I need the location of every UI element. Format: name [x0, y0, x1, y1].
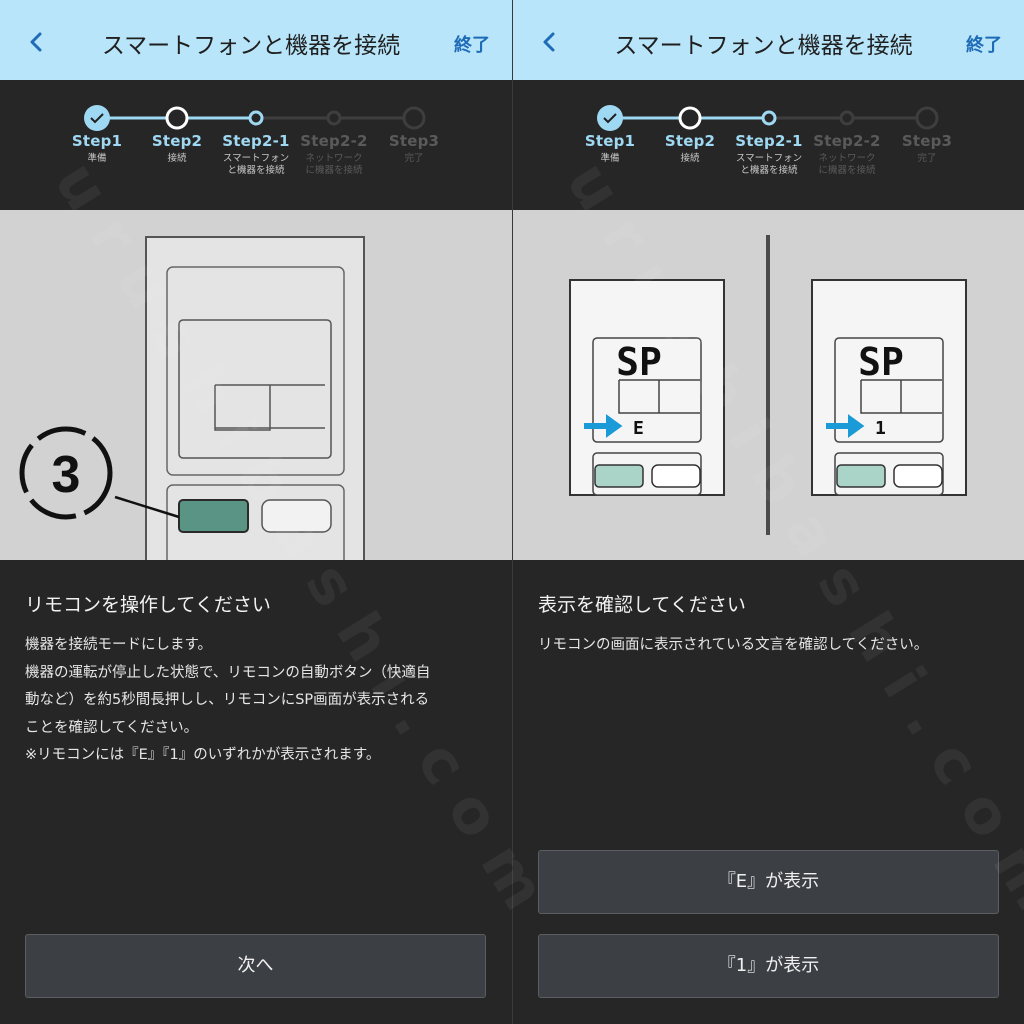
stepper-track [597, 105, 939, 131]
callout-number: 3 [52, 446, 81, 504]
page-title: スマートフォンと機器を接続 [101, 33, 401, 59]
chevron-left-icon [543, 32, 555, 52]
instruction-heading: 表示を確認してください [538, 594, 746, 616]
callout-badge: 3 [19, 426, 113, 520]
chevron-left-icon [30, 32, 42, 52]
step-2: Step2 接続 [664, 132, 716, 164]
step-2: Step2 接続 [151, 132, 203, 164]
screen-sp-text: SP [858, 340, 904, 384]
next-button[interactable]: 次へ [25, 934, 486, 998]
step-current-dot [678, 106, 702, 130]
step-current-dot [165, 106, 189, 130]
remote-illustration: 3 [0, 210, 512, 560]
left-screen: スマートフォンと機器を接続 終了 Step1 準備 Step2 接続 Step2… [0, 0, 512, 1024]
step-1: Step1 準備 [71, 132, 123, 164]
instruction-heading: リモコンを操作してください [25, 594, 271, 616]
auto-button [178, 499, 249, 533]
progress-stepper: Step1 準備 Step2 接続 Step2-1 スマートフォン と機器を接続… [0, 80, 512, 210]
app-header: スマートフォンと機器を接続 終了 [513, 0, 1024, 80]
remote-comparison-illustration: SP E SP 1 [513, 210, 1024, 560]
step-active-dot [248, 110, 264, 126]
option-e-button[interactable]: 『E』が表示 [538, 850, 999, 914]
screen-code-text: 1 [875, 418, 886, 439]
option-1-button[interactable]: 『1』が表示 [538, 934, 999, 998]
screen-sp-text: SP [616, 340, 662, 384]
exit-button[interactable]: 終了 [454, 0, 490, 90]
step-done-dot [597, 105, 623, 131]
page-title: スマートフォンと機器を接続 [614, 33, 913, 59]
step-2-1: Step2-1 スマートフォン と機器を接続 [735, 132, 803, 176]
back-button[interactable] [18, 24, 54, 60]
remote-a: SP E [569, 279, 725, 496]
app-header: スマートフォンと機器を接続 終了 [0, 0, 512, 80]
back-button[interactable] [531, 24, 567, 60]
step-active-dot [761, 110, 777, 126]
step-1: Step1 準備 [584, 132, 636, 164]
instruction-body: リモコンの画面に表示されている文言を確認してください。 [538, 637, 929, 653]
step-3: Step3 完了 [901, 132, 953, 164]
step-2-1: Step2-1 スマートフォン と機器を接続 [222, 132, 290, 176]
step-2-2: Step2-2 ネットワーク に機器を接続 [300, 132, 368, 176]
right-screen: スマートフォンと機器を接続 終了 Step1 準備 Step2 接続 Step2… [512, 0, 1024, 1024]
screen-code-text: E [633, 418, 644, 439]
remote-screen [178, 319, 332, 459]
step-3: Step3 完了 [388, 132, 440, 164]
stepper-track [84, 105, 426, 131]
progress-stepper: Step1 準備 Step2 接続 Step2-1 スマートフォン と機器を接続… [513, 80, 1024, 210]
step-done-dot [84, 105, 110, 131]
instruction-body: 機器を接続モードにします。 機器の運転が停止した状態で、リモコンの自動ボタン（快… [25, 637, 431, 763]
step-2-2: Step2-2 ネットワーク に機器を接続 [813, 132, 881, 176]
remote-b: SP 1 [811, 279, 967, 496]
exit-button[interactable]: 終了 [966, 0, 1002, 90]
